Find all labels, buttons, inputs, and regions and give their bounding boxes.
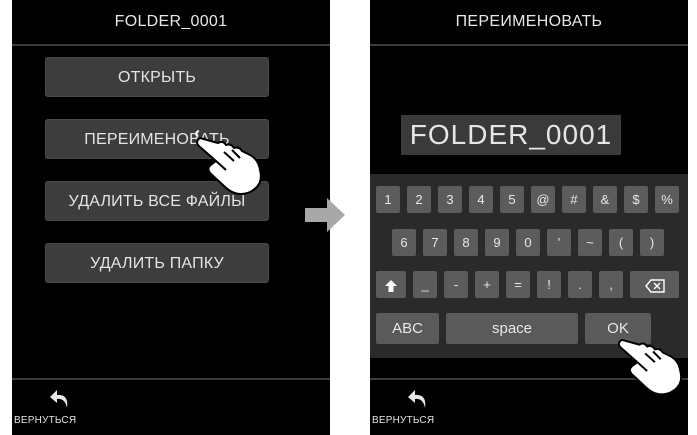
delete-folder-button[interactable]: УДАЛИТЬ ПАПКУ: [45, 243, 269, 283]
title-divider: [370, 44, 688, 46]
key[interactable]: =: [506, 271, 530, 298]
abc-key[interactable]: ABC: [376, 313, 439, 344]
back-label: ВЕРНУТЬСЯ: [14, 415, 77, 426]
backspace-icon: [644, 278, 665, 293]
back-button[interactable]: ВЕРНУТЬСЯ: [12, 384, 112, 435]
key[interactable]: _: [413, 271, 437, 298]
key[interactable]: 0: [516, 229, 540, 256]
key[interactable]: 2: [407, 186, 431, 213]
key[interactable]: 5: [500, 186, 524, 213]
key[interactable]: +: [475, 271, 499, 298]
backspace-key[interactable]: [630, 271, 679, 298]
key[interactable]: 6: [392, 229, 416, 256]
key[interactable]: @: [531, 186, 555, 213]
key[interactable]: .: [568, 271, 592, 298]
key[interactable]: ~: [578, 229, 602, 256]
key[interactable]: -: [444, 271, 468, 298]
back-arrow-icon: [408, 390, 426, 408]
right-arrow-icon: [305, 198, 345, 232]
key[interactable]: ': [547, 229, 571, 256]
back-arrow-icon: [50, 390, 68, 408]
screen-title: ПЕРЕИМЕНОВАТЬ: [455, 13, 603, 30]
key[interactable]: 8: [454, 229, 478, 256]
key[interactable]: ): [640, 229, 664, 256]
key[interactable]: %: [655, 186, 679, 213]
tap-hand-icon: [617, 338, 683, 396]
space-key[interactable]: space: [446, 313, 578, 344]
key[interactable]: 3: [438, 186, 462, 213]
key[interactable]: $: [624, 186, 648, 213]
shift-icon: [385, 279, 397, 292]
back-label: ВЕРНУТЬСЯ: [372, 415, 435, 426]
tap-hand-icon: [195, 130, 262, 195]
footer-divider: [12, 378, 330, 380]
title-divider: [12, 44, 330, 46]
key[interactable]: ,: [599, 271, 623, 298]
back-button[interactable]: ВЕРНУТЬСЯ: [370, 384, 470, 435]
shift-key[interactable]: [376, 271, 406, 298]
folder-name-field[interactable]: FOLDER_0001: [401, 115, 621, 155]
screen-title: FOLDER_0001: [114, 13, 228, 30]
key[interactable]: (: [609, 229, 633, 256]
key[interactable]: 7: [423, 229, 447, 256]
key[interactable]: !: [537, 271, 561, 298]
key[interactable]: #: [562, 186, 586, 213]
key[interactable]: 4: [469, 186, 493, 213]
folder-menu-screen: FOLDER_0001 ОТКРЫТЬ ПЕРЕИМЕНОВАТЬ УДАЛИТ…: [12, 0, 330, 435]
open-button[interactable]: ОТКРЫТЬ: [45, 57, 269, 97]
key[interactable]: 9: [485, 229, 509, 256]
key[interactable]: &: [593, 186, 617, 213]
key[interactable]: 1: [376, 186, 400, 213]
